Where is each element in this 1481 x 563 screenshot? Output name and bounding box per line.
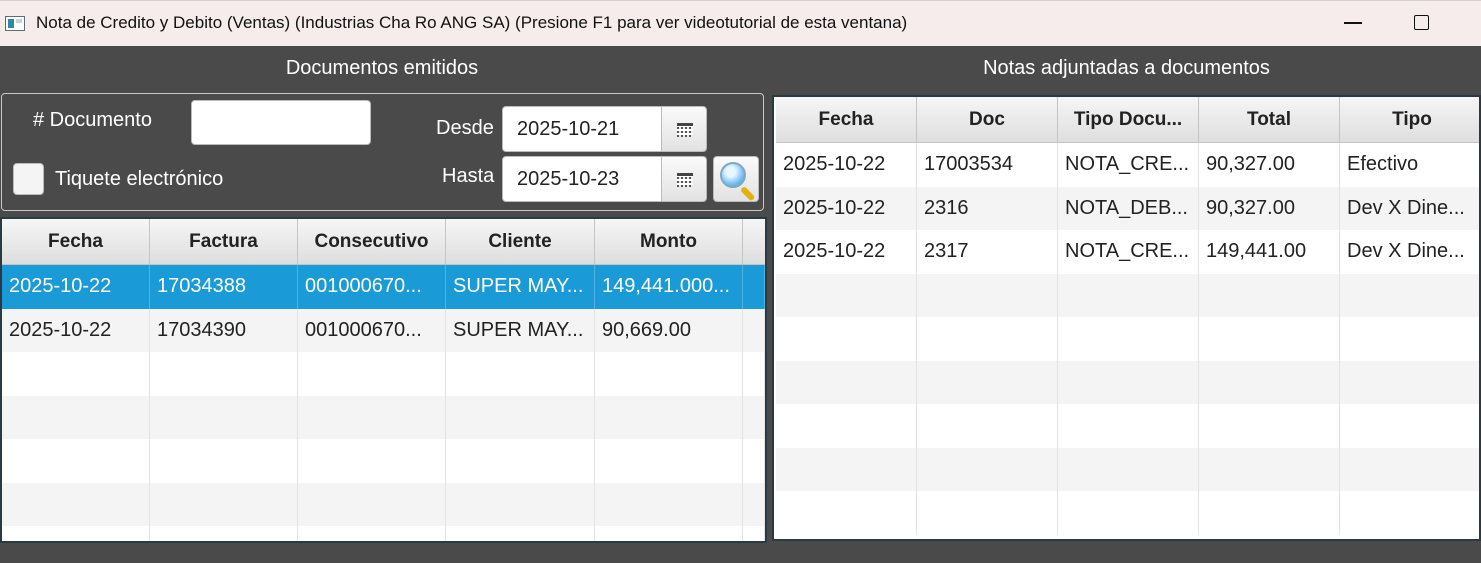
column-header-consecutivo[interactable]: Consecutivo	[298, 219, 446, 265]
notas-adjuntadas-title: Notas adjuntadas a documentos	[983, 57, 1270, 79]
empty-row	[2, 395, 765, 439]
column-header-doc[interactable]: Doc	[917, 97, 1058, 143]
empty-row	[2, 526, 765, 541]
cell-fecha: 2025-10-22	[776, 186, 917, 230]
desde-label: Desde	[436, 117, 494, 139]
window-title: Nota de Credito y Debito (Ventas) (Indus…	[36, 13, 908, 32]
column-header-cliente[interactable]: Cliente	[446, 219, 595, 265]
cell-cliente: SUPER MAY...	[446, 265, 595, 309]
desde-calendar-button[interactable]	[661, 106, 707, 152]
empty-row	[776, 404, 1479, 448]
calendar-icon	[677, 123, 693, 137]
cell-filler	[743, 308, 765, 352]
cell-factura: 17034388	[150, 265, 298, 309]
table-row[interactable]: 2025-10-22 2316 NOTA_DEB... 90,327.00 De…	[776, 186, 1479, 231]
table-row[interactable]: 2025-10-22 17034390 001000670... SUPER M…	[2, 308, 765, 352]
cell-fecha: 2025-10-22	[2, 265, 150, 309]
column-header-fecha[interactable]: Fecha	[2, 219, 150, 265]
tiquete-electronico-label: Tiquete electrónico	[55, 168, 224, 190]
table-row[interactable]: 2025-10-22 17003534 NOTA_CRE... 90,327.0…	[776, 143, 1479, 187]
documento-label: # Documento	[33, 109, 152, 131]
maximize-icon[interactable]	[1414, 15, 1429, 30]
documentos-table: Fecha Factura Consecutivo Cliente Monto …	[0, 217, 767, 543]
notas-table: Fecha Doc Tipo Docu... Total Tipo 2025-1…	[772, 95, 1481, 541]
documentos-emitidos-title: Documentos emitidos	[285, 57, 479, 79]
tiquete-electronico-checkbox[interactable]	[13, 163, 44, 195]
hasta-label: Hasta	[442, 165, 495, 187]
empty-row	[776, 491, 1479, 535]
hasta-date-input[interactable]	[502, 156, 662, 202]
cell-consecutivo: 001000670...	[298, 265, 446, 309]
column-header-total[interactable]: Total	[1199, 97, 1340, 143]
cell-consecutivo: 001000670...	[298, 308, 446, 352]
cell-fecha: 2025-10-22	[2, 308, 150, 352]
documento-input[interactable]	[191, 100, 371, 145]
cell-tipo-documento: NOTA_CRE...	[1058, 230, 1199, 274]
column-header-factura[interactable]: Factura	[150, 219, 298, 265]
search-button[interactable]	[713, 156, 759, 202]
empty-row	[776, 317, 1479, 361]
cell-total: 149,441.00	[1199, 230, 1340, 274]
cell-doc: 2316	[917, 186, 1058, 230]
column-header-tipo[interactable]: Tipo	[1340, 97, 1479, 143]
cell-doc: 2317	[917, 230, 1058, 274]
cell-total: 90,327.00	[1199, 186, 1340, 230]
empty-row	[2, 439, 765, 483]
cell-tipo: Dev X Dine...	[1340, 187, 1479, 231]
cell-filler	[743, 265, 765, 309]
cell-tipo-documento: NOTA_DEB...	[1058, 186, 1199, 230]
cell-doc: 17003534	[917, 143, 1058, 187]
cell-fecha: 2025-10-22	[776, 143, 917, 187]
empty-row	[2, 482, 765, 526]
column-header-tipo-documento[interactable]: Tipo Docu...	[1058, 97, 1199, 143]
cell-cliente: SUPER MAY...	[446, 308, 595, 352]
empty-row	[776, 360, 1479, 404]
column-header-filler	[743, 219, 765, 265]
empty-row	[776, 273, 1479, 317]
cell-tipo-documento: NOTA_CRE...	[1058, 143, 1199, 187]
table-row[interactable]: 2025-10-22 17034388 001000670... SUPER M…	[2, 265, 765, 309]
cell-factura: 17034390	[150, 308, 298, 352]
minimize-icon[interactable]	[1344, 22, 1362, 24]
magnifier-search-icon	[720, 162, 746, 188]
empty-row	[776, 447, 1479, 491]
cell-total: 90,327.00	[1199, 143, 1340, 187]
title-bar: Nota de Credito y Debito (Ventas) (Indus…	[0, 0, 1481, 46]
desde-date-input[interactable]	[502, 106, 662, 152]
cell-monto: 90,669.00	[595, 308, 743, 352]
table-row[interactable]: 2025-10-22 2317 NOTA_CRE... 149,441.00 D…	[776, 230, 1479, 274]
documentos-table-header: Fecha Factura Consecutivo Cliente Monto	[2, 219, 765, 265]
cell-tipo: Efectivo	[1340, 143, 1479, 187]
empty-row	[2, 352, 765, 396]
column-header-monto[interactable]: Monto	[595, 219, 743, 265]
app-window-icon	[5, 16, 25, 31]
cell-tipo: Dev X Dine...	[1340, 230, 1479, 274]
column-header-fecha[interactable]: Fecha	[776, 97, 917, 143]
cell-monto: 149,441.000...	[595, 265, 743, 309]
calendar-icon	[677, 173, 693, 187]
hasta-calendar-button[interactable]	[661, 156, 707, 202]
notas-table-header: Fecha Doc Tipo Docu... Total Tipo	[776, 97, 1479, 143]
cell-fecha: 2025-10-22	[776, 230, 917, 274]
